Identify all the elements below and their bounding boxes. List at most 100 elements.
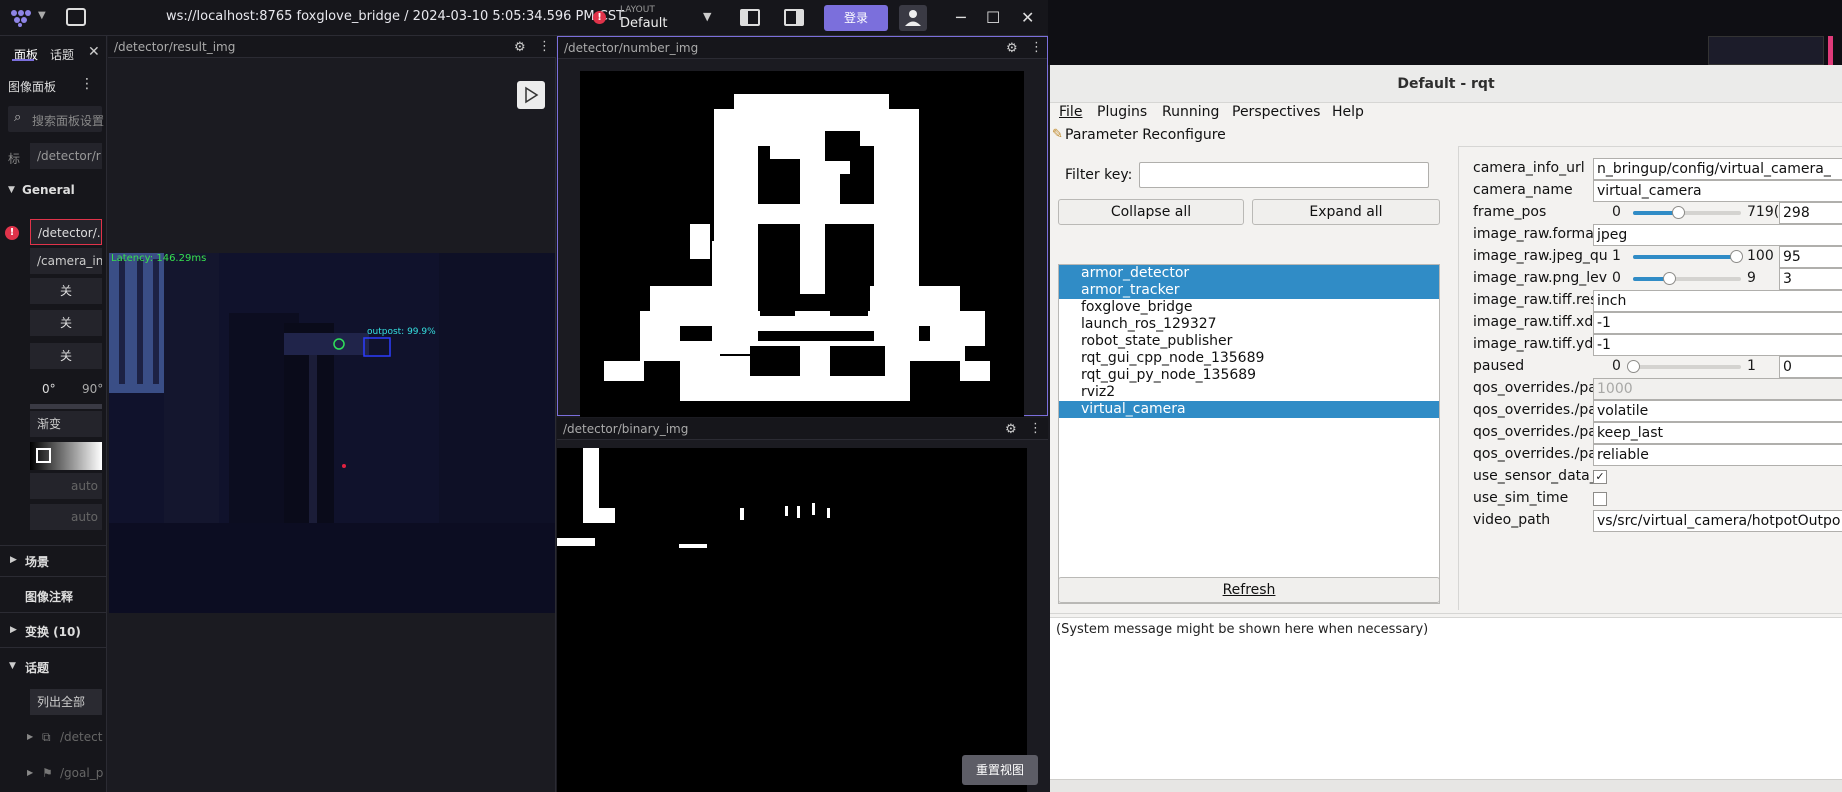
param-tiff-ydpi-input[interactable]: -1: [1593, 334, 1842, 356]
param-camera-info-url-input[interactable]: n_bringup/config/virtual_camera_: [1593, 158, 1842, 180]
reset-view-button[interactable]: 重置视图: [962, 755, 1038, 785]
menu-file[interactable]: File: [1059, 104, 1082, 120]
param-jpeg-quality-slider[interactable]: [1633, 250, 1743, 263]
binary-image[interactable]: [557, 448, 1027, 792]
annotations-section-title[interactable]: 图像注释: [25, 588, 73, 605]
rotation-0[interactable]: 0°: [42, 382, 56, 396]
node-item-rqt-gui-py[interactable]: rqt_gui_py_node_135689: [1059, 367, 1439, 384]
topic-item[interactable]: /detect: [60, 730, 102, 744]
param-png-level-slider[interactable]: [1633, 272, 1741, 285]
refresh-button[interactable]: Refresh: [1058, 577, 1440, 603]
search-input[interactable]: ⌕ 搜索面板设置: [8, 106, 104, 132]
image-panel-result: /detector/result_img ⚙ ⋮ Latency: 146.29…: [108, 36, 556, 792]
node-item-launch-ros[interactable]: launch_ros_129327: [1059, 316, 1439, 333]
menu-help[interactable]: Help: [1332, 104, 1364, 120]
layout-chevron-icon[interactable]: ▼: [703, 10, 711, 23]
param-frame-pos-slider[interactable]: [1633, 206, 1741, 219]
panel-menu-icon[interactable]: ⋮: [1030, 40, 1043, 55]
list-all-button[interactable]: 列出全部: [30, 689, 102, 715]
param-use-sensor-checkbox[interactable]: ✓: [1593, 470, 1607, 484]
topic-expand-icon[interactable]: ▶: [27, 768, 33, 777]
node-item-armor-tracker[interactable]: armor_tracker: [1059, 282, 1439, 299]
filter-key-input[interactable]: [1139, 162, 1429, 188]
settings-gear-icon[interactable]: ⚙: [1005, 422, 1017, 437]
max-value-input[interactable]: auto: [30, 504, 102, 530]
slider-handle[interactable]: [1729, 250, 1743, 263]
node-item-armor-detector[interactable]: armor_detector: [1059, 265, 1439, 282]
transforms-chevron-icon[interactable]: ▶: [10, 625, 17, 635]
interaction-mode-button[interactable]: [517, 81, 545, 109]
param-qos-reliability-input[interactable]: reliable: [1593, 444, 1842, 466]
expand-all-button[interactable]: Expand all: [1252, 199, 1440, 225]
left-sidebar-toggle-icon[interactable]: [740, 9, 760, 26]
minimize-icon[interactable]: ─: [956, 8, 966, 27]
general-chevron-icon[interactable]: ▼: [8, 185, 15, 195]
node-item-virtual-camera[interactable]: virtual_camera: [1059, 401, 1439, 418]
transforms-section-title[interactable]: 变换 (10): [25, 623, 81, 640]
collapse-all-button[interactable]: Collapse all: [1058, 199, 1244, 225]
topic-expand-icon[interactable]: ▶: [27, 732, 33, 741]
tab-topics[interactable]: 话题: [50, 46, 74, 63]
add-panel-icon[interactable]: [66, 8, 86, 26]
gradient-swatch[interactable]: [30, 442, 102, 470]
gradient-start-swatch[interactable]: [36, 448, 51, 463]
param-qos-durability-input[interactable]: volatile: [1593, 400, 1842, 422]
scene-section-title[interactable]: 场景: [25, 553, 49, 570]
node-item-rqt-gui-cpp[interactable]: rqt_gui_cpp_node_135689: [1059, 350, 1439, 367]
slider-handle[interactable]: [1662, 272, 1676, 285]
menu-plugins[interactable]: Plugins: [1097, 104, 1147, 120]
topics-chevron-icon[interactable]: ▼: [9, 661, 16, 671]
scene-chevron-icon[interactable]: ▶: [10, 555, 17, 565]
user-avatar-icon[interactable]: [899, 5, 927, 31]
app-menu-chevron-icon[interactable]: ▼: [38, 10, 46, 21]
close-icon[interactable]: ✕: [1021, 8, 1034, 27]
panel-menu-icon[interactable]: ⋮: [80, 76, 94, 92]
camera-info-select[interactable]: /camera_in: [30, 248, 102, 274]
param-paused-slider[interactable]: [1627, 360, 1741, 373]
general-section-title[interactable]: General: [22, 183, 75, 197]
param-jpeg-quality-spin[interactable]: 95: [1779, 246, 1842, 268]
param-paused-spin[interactable]: 0: [1779, 356, 1842, 378]
param-use-sim-time-checkbox[interactable]: [1593, 492, 1607, 506]
param-frame-pos-spin[interactable]: 298: [1779, 202, 1842, 224]
param-camera-name-input[interactable]: virtual_camera: [1593, 180, 1842, 202]
param-image-format-input[interactable]: jpeg: [1593, 224, 1842, 246]
toggle-3[interactable]: 关: [30, 343, 102, 369]
right-sidebar-toggle-icon[interactable]: [784, 9, 804, 26]
node-list[interactable]: armor_detector armor_tracker foxglove_br…: [1058, 264, 1440, 604]
panel-menu-icon[interactable]: ⋮: [538, 39, 551, 54]
maximize-icon[interactable]: ☐: [986, 8, 1000, 27]
min-value-input[interactable]: auto: [30, 473, 102, 499]
slider-handle[interactable]: [1672, 206, 1686, 219]
menu-perspectives[interactable]: Perspectives: [1232, 104, 1320, 120]
toggle-1[interactable]: 关: [30, 278, 102, 304]
color-mode-select[interactable]: 渐变: [30, 411, 102, 437]
param-png-level-spin[interactable]: 3: [1779, 268, 1842, 290]
camera-image[interactable]: Latency: 146.29ms outpost: 99.9%: [109, 253, 555, 613]
settings-gear-icon[interactable]: ⚙: [1006, 41, 1018, 56]
close-sidebar-icon[interactable]: ✕: [88, 44, 100, 60]
login-button[interactable]: 登录: [824, 5, 888, 31]
alert-icon[interactable]: !: [593, 11, 606, 24]
slider-handle[interactable]: [1627, 360, 1640, 373]
node-item-foxglove-bridge[interactable]: foxglove_bridge: [1059, 299, 1439, 316]
topic-field[interactable]: /detector/r: [30, 143, 102, 169]
param-video-path-input[interactable]: vs/src/virtual_camera/hotpotOutpo: [1593, 510, 1842, 532]
panel-menu-icon[interactable]: ⋮: [1029, 421, 1042, 436]
number-image[interactable]: [580, 71, 1024, 417]
topics-section-title[interactable]: 话题: [25, 659, 49, 676]
rotation-90[interactable]: 90°: [82, 382, 103, 396]
menu-running[interactable]: Running: [1162, 104, 1219, 120]
image-topic-select[interactable]: /detector/..: [30, 219, 102, 245]
node-item-robot-state-publisher[interactable]: robot_state_publisher: [1059, 333, 1439, 350]
node-item-rviz2[interactable]: rviz2: [1059, 384, 1439, 401]
toggle-2[interactable]: 关: [30, 310, 102, 336]
param-tiff-xdpi-input[interactable]: -1: [1593, 312, 1842, 334]
topic-item[interactable]: /goal_p: [60, 766, 103, 780]
splitter[interactable]: [1050, 613, 1842, 614]
param-tiff-res-input[interactable]: inch: [1593, 290, 1842, 312]
foxglove-logo-icon[interactable]: [10, 9, 32, 27]
param-qos-history-input[interactable]: keep_last: [1593, 422, 1842, 444]
layout-selector[interactable]: Default: [620, 16, 668, 31]
settings-gear-icon[interactable]: ⚙: [514, 40, 526, 55]
